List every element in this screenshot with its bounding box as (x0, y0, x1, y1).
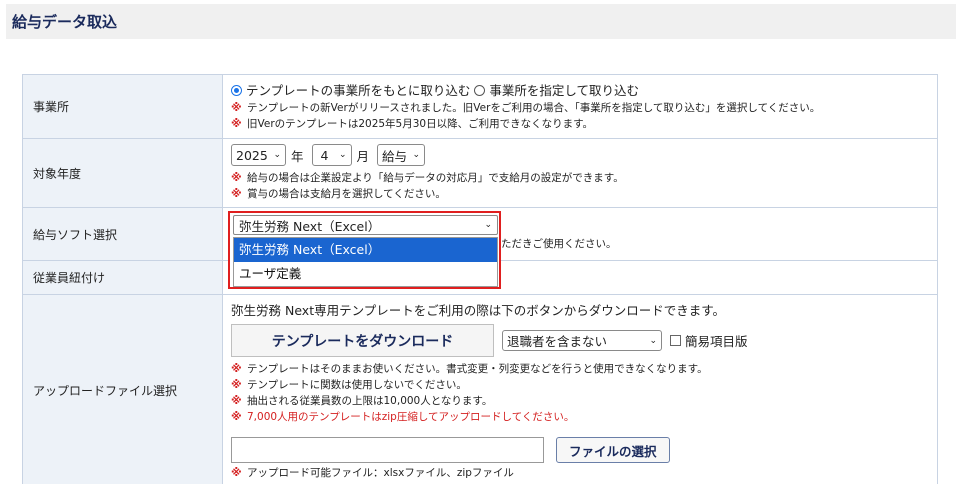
chevron-down-icon: ⌄ (484, 220, 492, 230)
note-mark-icon: ※ (231, 116, 242, 130)
target-year-content: 2025 ⌄ 年 4 ⌄ 月 給与 ⌄ ※ 給与の場合は企業設定より「給与データの対応月… (222, 138, 938, 208)
page-title: 給与データ取込 (12, 13, 118, 31)
option-user-defined[interactable]: ユーザ定義 (234, 262, 497, 286)
note-mark-icon: ※ (231, 466, 242, 479)
radio-template-office-label[interactable]: テンプレートの事業所をもとに取り込む (246, 82, 470, 100)
year-unit: 年 (291, 148, 304, 164)
note-mark-icon: ※ (231, 100, 242, 114)
row-target-year: 対象年度 2025 ⌄ 年 4 ⌄ 月 給与 ⌄ ※ 給与の場合は企業設定より「給与デー… (22, 138, 938, 208)
chevron-down-icon: ⌄ (273, 150, 281, 160)
payroll-software-options: 弥生労務 Next（Excel） ユーザ定義 (233, 237, 498, 287)
note-mark-icon: ※ (231, 410, 242, 423)
note-mark-icon: ※ (231, 362, 242, 375)
payroll-software-note: ただきご使用ください。 (501, 238, 617, 250)
chevron-down-icon: ⌄ (412, 150, 421, 160)
upload-intro-text: 弥生労務 Next専用テンプレートをご利用の際は下のボタンからダウンロードできま… (231, 303, 725, 318)
note-mark-icon: ※ (231, 394, 242, 407)
row-upload-file: アップロードファイル選択 弥生労務 Next専用テンプレートをご利用の際は下のボ… (22, 294, 938, 484)
payroll-software-dropdown-highlight: 弥生労務 Next（Excel） ⌄ 弥生労務 Next（Excel） ユーザ定… (228, 211, 501, 289)
retired-employee-select[interactable]: 退職者を含まない ⌄ (502, 330, 662, 351)
upload-file-label: アップロードファイル選択 (22, 294, 223, 484)
choose-file-button[interactable]: ファイルの選択 (556, 437, 670, 463)
upload-file-types-note: ※ アップロード可能ファイル：xlsxファイル、zipファイル (231, 466, 514, 479)
target-year-note-1: ※ 給与の場合は企業設定より「給与データの対応月」で支給月の設定ができます。 (231, 171, 624, 184)
chevron-down-icon: ⌄ (649, 335, 657, 346)
upload-note-2: ※ テンプレートに関数は使用しないでください。 (231, 378, 467, 391)
office-note-2: ※ 旧Verのテンプレートは2025年5月30日以降、ご利用できなくなります。 (231, 116, 594, 130)
upload-note-zip: ※ 7,000人用のテンプレートはzip圧縮してアップロードしてください。 (231, 410, 575, 423)
radio-specify-office-label[interactable]: 事業所を指定して取り込む (489, 82, 639, 100)
note-mark-icon: ※ (231, 378, 242, 391)
row-office: 事業所 テンプレートの事業所をもとに取り込む 事業所を指定して取り込む ※ テンプ… (22, 74, 938, 139)
office-radio-group: テンプレートの事業所をもとに取り込む 事業所を指定して取り込む (231, 82, 929, 100)
year-select[interactable]: 2025 ⌄ (231, 144, 286, 166)
office-label: 事業所 (22, 74, 223, 139)
office-note-1: ※ テンプレートの新Verがリリースされました。旧Verをご利用の場合、「事業所を… (231, 100, 821, 114)
payroll-software-label: 給与ソフト選択 (22, 207, 223, 261)
simple-version-label[interactable]: 簡易項目版 (685, 331, 748, 350)
radio-template-office[interactable] (231, 85, 242, 96)
simple-version-checkbox[interactable] (670, 335, 681, 346)
note-mark-icon: ※ (231, 187, 242, 200)
upload-file-content: 弥生労務 Next専用テンプレートをご利用の際は下のボタンからダウンロードできま… (222, 294, 938, 484)
title-bar: 給与データ取込 (6, 4, 956, 39)
upload-note-1: ※ テンプレートはそのままお使いください。書式変更・列変更などを行うと使用できなく… (231, 362, 708, 375)
month-select[interactable]: 4 ⌄ (311, 144, 352, 166)
chevron-down-icon: ⌄ (338, 150, 347, 160)
download-template-button[interactable]: テンプレートをダウンロード (231, 324, 494, 357)
target-year-note-2: ※ 賞与の場合は支給月を選択してください。 (231, 187, 446, 200)
payroll-software-select[interactable]: 弥生労務 Next（Excel） ⌄ (233, 215, 498, 235)
option-yayoi-next-excel[interactable]: 弥生労務 Next（Excel） (234, 238, 497, 262)
office-content: テンプレートの事業所をもとに取り込む 事業所を指定して取り込む ※ テンプレートの… (222, 74, 938, 139)
month-unit: 月 (356, 148, 370, 164)
file-path-input[interactable] (231, 437, 544, 463)
pay-type-select[interactable]: 給与 ⌄ (377, 144, 426, 166)
note-mark-icon: ※ (231, 171, 242, 184)
upload-note-3: ※ 抽出される従業員数の上限は10,000人となります。 (231, 394, 493, 407)
target-year-label: 対象年度 (22, 138, 223, 208)
radio-specify-office[interactable] (474, 85, 486, 96)
employee-link-label: 従業員紐付け (22, 260, 223, 295)
